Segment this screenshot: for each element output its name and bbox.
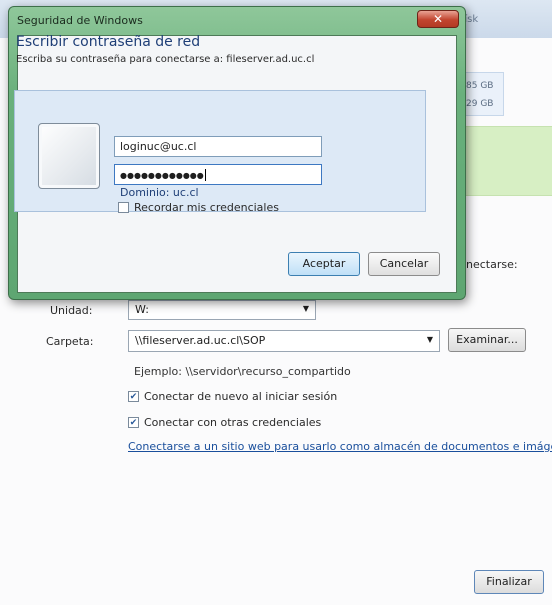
disk-size-2: 29 GB	[466, 99, 494, 109]
disk-info: 85 GB 29 GB	[462, 72, 504, 116]
close-button[interactable]: ✕	[417, 10, 459, 28]
ok-button[interactable]: Aceptar	[288, 252, 360, 276]
status-band	[462, 126, 552, 196]
password-input[interactable]: ●●●●●●●●●●●●	[114, 164, 322, 185]
text-caret	[204, 169, 206, 181]
disk-size-1: 85 GB	[466, 81, 494, 91]
drive-label: Unidad:	[50, 304, 93, 317]
user-avatar-icon	[38, 123, 100, 189]
other-credentials-label: Conectar con otras credenciales	[144, 416, 322, 429]
reconnect-checkbox[interactable]: ✔	[128, 391, 139, 402]
remember-option[interactable]: Recordar mis credenciales	[118, 201, 279, 214]
folder-label: Carpeta:	[46, 335, 94, 348]
connect-label: nectarse:	[466, 258, 518, 271]
password-value: ●●●●●●●●●●●●	[120, 171, 204, 180]
dialog-heading: Escribir contraseña de red	[16, 34, 201, 50]
other-credentials-checkbox[interactable]: ✔	[128, 417, 139, 428]
reconnect-label: Conectar de nuevo al iniciar sesión	[144, 390, 338, 403]
other-credentials-option[interactable]: ✔ Conectar con otras credenciales	[128, 416, 321, 429]
browse-button[interactable]: Examinar...	[448, 328, 526, 352]
dialog-title: Seguridad de Windows	[17, 14, 143, 27]
cancel-button[interactable]: Cancelar	[368, 252, 440, 276]
close-icon: ✕	[432, 12, 444, 26]
example-text: Ejemplo: \\servidor\recurso_compartido	[134, 365, 351, 378]
dialog-subtext: Escriba su contraseña para conectarse a:…	[16, 54, 315, 65]
drive-select[interactable]: W: ▼	[128, 300, 316, 320]
drive-value: W:	[135, 303, 149, 316]
folder-value: \\fileserver.ad.uc.cl\SOP	[135, 334, 266, 347]
web-storage-link[interactable]: Conectarse a un sitio web para usarlo co…	[128, 440, 552, 453]
folder-input[interactable]: \\fileserver.ad.uc.cl\SOP ▼	[128, 330, 440, 352]
domain-text: Dominio: uc.cl	[120, 186, 199, 199]
chevron-down-icon[interactable]: ▼	[427, 335, 433, 344]
username-value: loginuc@uc.cl	[120, 140, 197, 153]
finish-button[interactable]: Finalizar	[474, 570, 544, 594]
chevron-down-icon[interactable]: ▼	[303, 304, 309, 313]
reconnect-option[interactable]: ✔ Conectar de nuevo al iniciar sesión	[128, 390, 337, 403]
remember-label: Recordar mis credenciales	[134, 201, 279, 214]
username-input[interactable]: loginuc@uc.cl	[114, 136, 322, 157]
remember-checkbox[interactable]	[118, 202, 129, 213]
